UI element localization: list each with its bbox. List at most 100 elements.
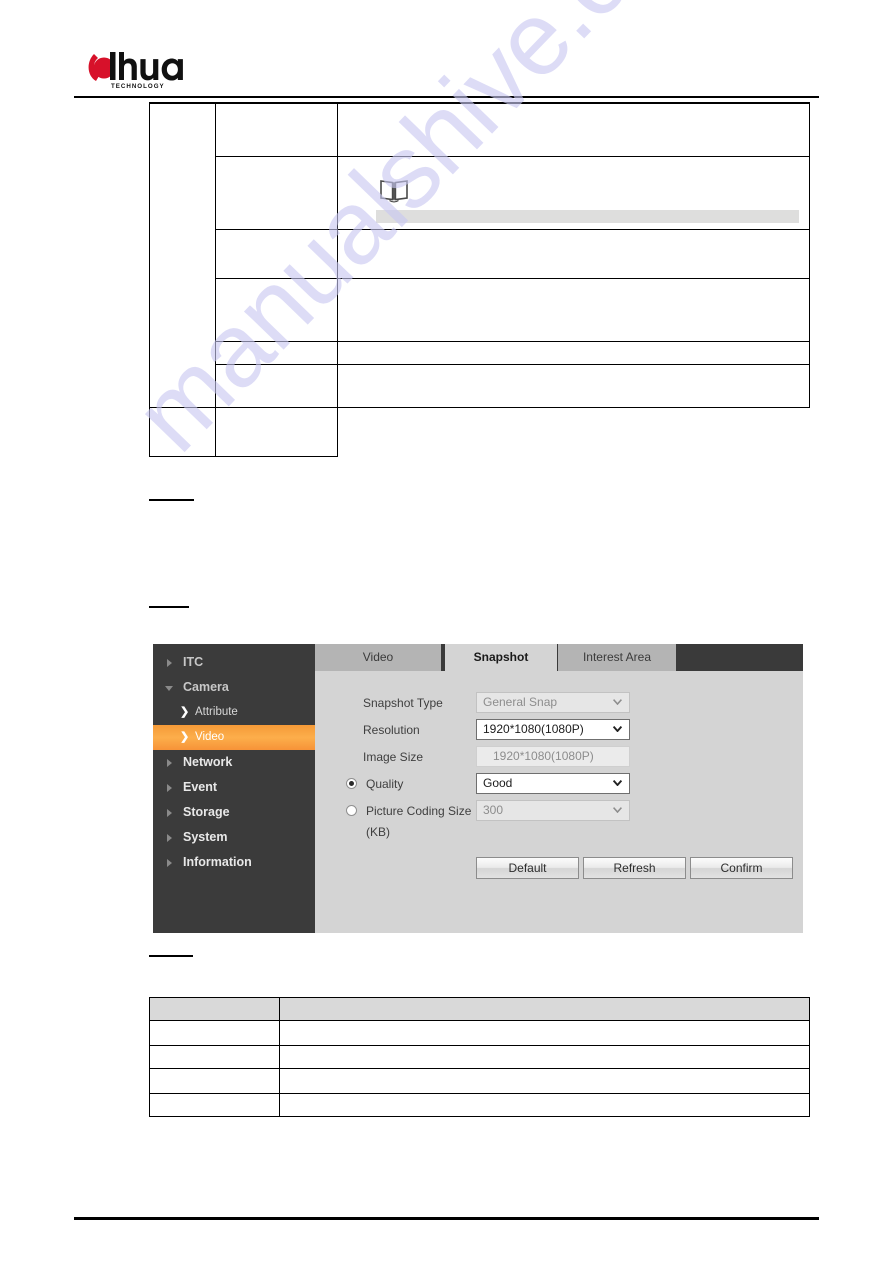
- default-button[interactable]: Default: [476, 857, 579, 879]
- image-size-value: 1920*1080(1080P): [493, 749, 594, 763]
- table-row: [150, 364, 810, 408]
- sidebar-item-attribute[interactable]: ❯ Attribute: [153, 700, 315, 725]
- table-cell-description: [279, 1045, 810, 1069]
- triangle-right-icon: [167, 784, 172, 792]
- table-cell-description: [279, 1093, 810, 1117]
- sidebar-item-label: Camera: [183, 680, 229, 694]
- image-size-value-box: 1920*1080(1080P): [476, 746, 630, 767]
- parameter-table-top: [149, 102, 810, 457]
- table-cell-name: [215, 156, 338, 230]
- table-row: [149, 1020, 810, 1046]
- webui-content: Video Snapshot Interest Area Snapshot Ty…: [315, 644, 803, 933]
- tab-bar: Video Snapshot Interest Area: [315, 644, 803, 671]
- table-header-cell: [149, 997, 280, 1021]
- caption-rule: [149, 606, 189, 608]
- button-row: Default Refresh Confirm: [476, 857, 802, 879]
- sidebar-item-storage[interactable]: Storage: [153, 800, 315, 825]
- field-picture-coding-size-unit: (KB): [346, 821, 636, 843]
- sidebar-item-label: Event: [183, 780, 218, 794]
- table-header-row: [149, 997, 810, 1021]
- table-cell-description: [337, 229, 810, 279]
- confirm-button[interactable]: Confirm: [690, 857, 793, 879]
- table-cell-description: [337, 103, 810, 157]
- sidebar-item-camera[interactable]: Camera: [153, 675, 315, 700]
- triangle-right-icon: [167, 659, 172, 667]
- note-highlight-bar: [376, 210, 799, 223]
- tab-video[interactable]: Video: [315, 644, 441, 671]
- table-cell-description: [279, 1020, 810, 1046]
- triangle-right-icon: [167, 834, 172, 842]
- sidebar-item-label: ITC: [183, 655, 204, 669]
- note-book-icon: [379, 179, 409, 204]
- chevron-right-icon: ❯: [180, 706, 190, 718]
- image-size-label: Image Size: [363, 750, 424, 764]
- table-cell-description: [337, 278, 810, 342]
- triangle-right-icon: [167, 859, 172, 867]
- quality-label: Quality: [366, 777, 404, 791]
- chevron-down-icon: [613, 780, 622, 786]
- svg-text:TECHNOLOGY: TECHNOLOGY: [111, 83, 165, 90]
- table-cell-name: [149, 1045, 280, 1069]
- triangle-right-icon: [167, 759, 172, 767]
- table-cell-name: [215, 341, 338, 365]
- table-row: [149, 1068, 810, 1094]
- sidebar-item-network[interactable]: Network: [153, 750, 315, 775]
- sidebar-item-label: Network: [183, 755, 233, 769]
- resolution-select[interactable]: 1920*1080(1080P): [476, 719, 630, 740]
- snapshot-type-select[interactable]: General Snap: [476, 692, 630, 713]
- table-cell-name: [215, 229, 338, 279]
- chevron-down-icon: [613, 807, 622, 813]
- quality-radio[interactable]: [346, 778, 357, 789]
- quality-value: Good: [483, 776, 513, 790]
- sidebar-item-label: Storage: [183, 805, 230, 819]
- table-cell-description: [215, 407, 338, 457]
- table-cell-name: [149, 407, 216, 457]
- table-cell-merged-category: [149, 103, 216, 408]
- dahua-logo: TECHNOLOGY: [88, 50, 192, 90]
- table-row: [149, 1093, 810, 1117]
- sidebar-item-video[interactable]: ❯ Video: [153, 725, 315, 750]
- table-row: [149, 1045, 810, 1069]
- sidebar-item-itc[interactable]: ITC: [153, 650, 315, 675]
- sidebar-item-system[interactable]: System: [153, 825, 315, 850]
- table-row: [150, 229, 810, 279]
- table-row: [149, 407, 810, 457]
- caption-rule: [149, 499, 194, 501]
- table-row: [150, 341, 810, 365]
- webui-sidebar: ITC Camera ❯ Attribute ❯ Video Network E…: [153, 644, 315, 933]
- resolution-label: Resolution: [363, 723, 420, 737]
- sidebar-item-label: Information: [183, 855, 252, 869]
- table-cell-name: [215, 103, 338, 157]
- tab-snapshot[interactable]: Snapshot: [445, 644, 557, 671]
- table-cell-name: [149, 1093, 280, 1117]
- snapshot-settings-panel: Snapshot Type General Snap Resolution 19…: [315, 671, 803, 933]
- table-cell-description: [337, 156, 810, 230]
- picture-coding-size-select[interactable]: 300: [476, 800, 630, 821]
- picture-coding-size-label: Picture Coding Size: [366, 804, 472, 818]
- sidebar-item-label: Video: [195, 731, 225, 743]
- table-cell-description: [337, 341, 810, 365]
- table-cell-name: [149, 1020, 280, 1046]
- picture-coding-size-value: 300: [483, 803, 504, 817]
- table-cell-description: [337, 364, 810, 408]
- picture-coding-size-radio[interactable]: [346, 805, 357, 816]
- header-divider: [74, 96, 819, 98]
- table-cell-name: [215, 278, 338, 342]
- table-row: [150, 156, 810, 230]
- triangle-right-icon: [167, 809, 172, 817]
- device-web-ui-screenshot: ITC Camera ❯ Attribute ❯ Video Network E…: [153, 644, 803, 933]
- table-header-cell: [279, 997, 810, 1021]
- chevron-right-icon: ❯: [180, 731, 190, 743]
- table-row: [149, 103, 810, 408]
- sidebar-item-information[interactable]: Information: [153, 850, 315, 875]
- quality-select[interactable]: Good: [476, 773, 630, 794]
- footer-divider: [74, 1217, 819, 1220]
- picture-coding-size-unit-label: (KB): [366, 825, 390, 839]
- tab-interest-area[interactable]: Interest Area: [558, 644, 676, 671]
- caption-rule: [149, 955, 193, 957]
- resolution-value: 1920*1080(1080P): [483, 722, 584, 736]
- sidebar-item-label: Attribute: [195, 706, 238, 718]
- sidebar-item-event[interactable]: Event: [153, 775, 315, 800]
- refresh-button[interactable]: Refresh: [583, 857, 686, 879]
- snapshot-type-value: General Snap: [483, 695, 558, 709]
